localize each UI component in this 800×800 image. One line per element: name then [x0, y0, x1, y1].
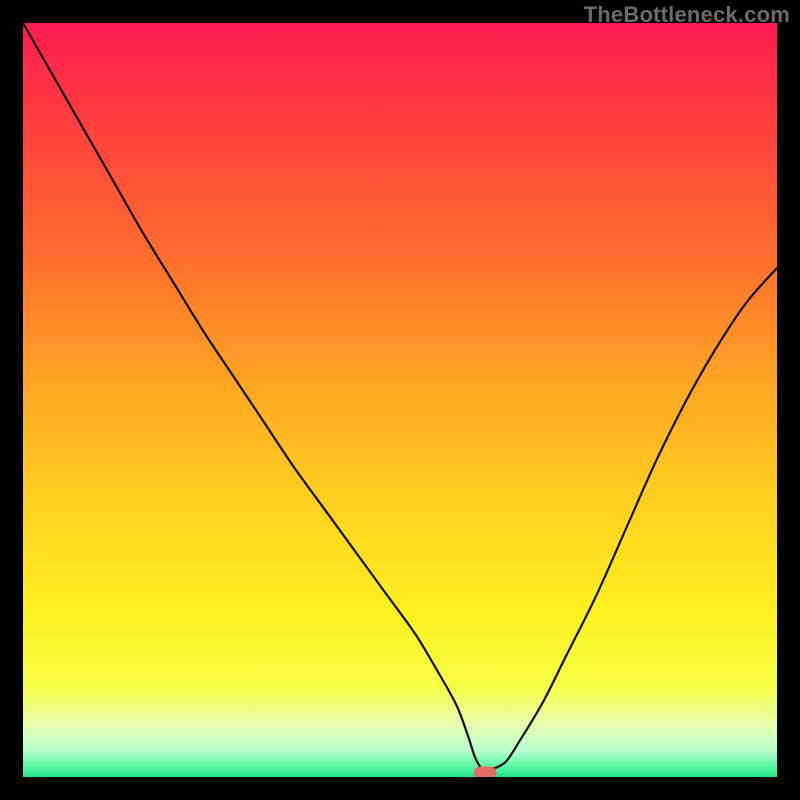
gradient-background [23, 23, 777, 777]
chart-frame [0, 23, 800, 800]
bottleneck-marker [474, 766, 497, 777]
plot-area [23, 23, 777, 777]
bottleneck-chart [23, 23, 777, 777]
